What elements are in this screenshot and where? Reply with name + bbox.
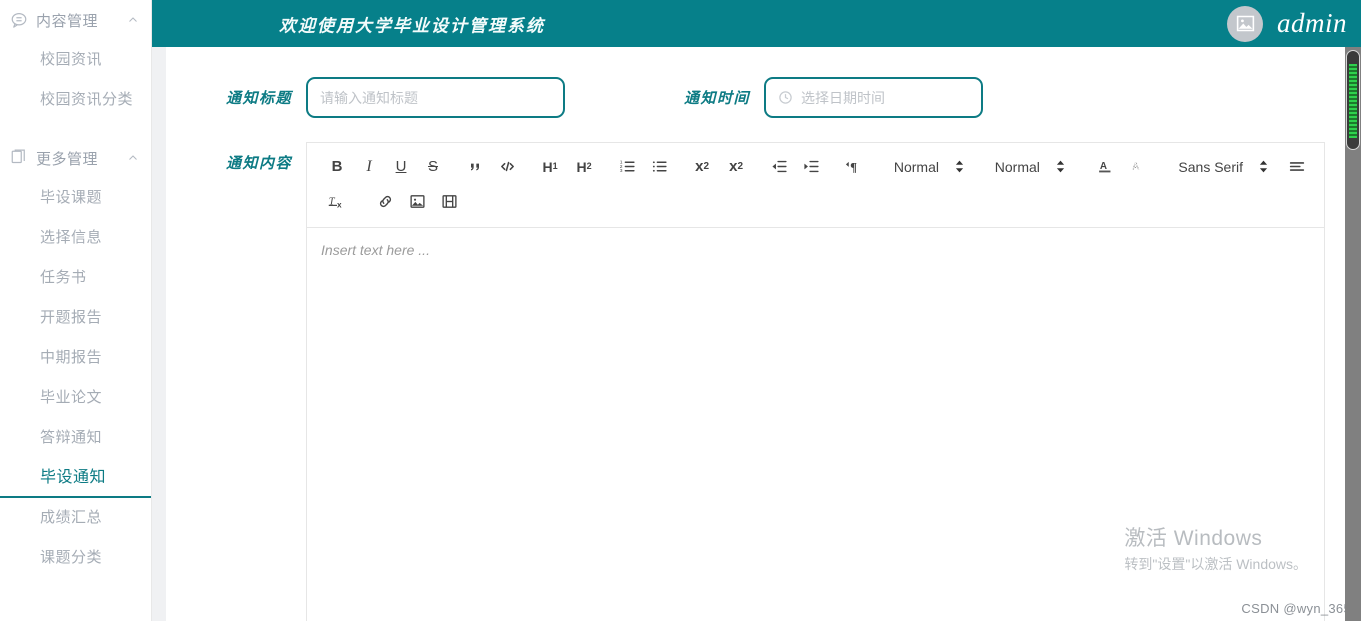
field-notice-title: 通知标题 请输入通知标题 <box>226 77 566 118</box>
sidebar: 内容管理 校园资讯 校园资讯分类 更多管理 毕设课题 选择信息 任务书 开题报告… <box>0 0 152 621</box>
text-direction-icon[interactable]: ¶ <box>841 155 865 179</box>
scrollbar-thumb-grip <box>1349 64 1357 138</box>
link-icon[interactable] <box>373 190 397 214</box>
page-scrollbar[interactable] <box>1345 47 1361 621</box>
topbar: 欢迎使用大学毕业设计管理系统 admin <box>152 0 1361 47</box>
outdent-icon[interactable] <box>767 155 791 179</box>
sidebar-item-chengji-huizong[interactable]: 成绩汇总 <box>0 498 151 538</box>
content-wrapper: 通知标题 请输入通知标题 通知时间 选择日期时间 通知内容 B I U S H … <box>152 47 1361 621</box>
chevron-up-icon[interactable] <box>127 14 139 26</box>
chevron-updown-icon <box>1259 160 1268 173</box>
code-block-icon[interactable] <box>495 155 519 179</box>
superscript-icon[interactable]: x2 <box>723 155 749 179</box>
svg-text:A: A <box>1100 161 1107 172</box>
chevron-up-icon[interactable] <box>127 152 139 164</box>
svg-text:¶: ¶ <box>850 160 857 174</box>
blockquote-icon[interactable] <box>463 155 487 179</box>
bold-icon[interactable]: B <box>325 155 349 179</box>
strikethrough-icon[interactable]: S <box>421 155 445 179</box>
image-icon[interactable] <box>405 190 429 214</box>
sidebar-item-xuanze-xinxi[interactable]: 选择信息 <box>0 218 151 258</box>
form-row-content: 通知内容 B I U S H 1 H 2 1 2 3 x 2 x 2 ¶ Nor… <box>166 142 1361 621</box>
notice-title-placeholder: 请输入通知标题 <box>320 89 419 106</box>
form-card: 通知标题 请输入通知标题 通知时间 选择日期时间 通知内容 B I U S H … <box>166 47 1361 621</box>
font-family-picker-value: Sans Serif <box>1178 158 1244 175</box>
background-color-icon[interactable]: A <box>1126 155 1150 179</box>
font-size-picker-value: Normal <box>893 158 939 175</box>
sidebar-group-label: 更多管理 <box>36 150 99 168</box>
sidebar-item-kaiti-baogao[interactable]: 开题报告 <box>0 298 151 338</box>
chevron-updown-icon <box>1056 160 1065 173</box>
editor-toolbar: B I U S H 1 H 2 1 2 3 x 2 x 2 ¶ Normal N… <box>307 143 1325 228</box>
video-icon[interactable] <box>437 190 461 214</box>
notice-time-label: 通知时间 <box>684 91 751 107</box>
svg-text:A: A <box>1132 160 1140 172</box>
sidebar-item-xiaoyuan-zixun-fenlei[interactable]: 校园资讯分类 <box>0 80 151 120</box>
align-picker-icon[interactable] <box>1288 155 1306 179</box>
rich-text-editor: B I U S H 1 H 2 1 2 3 x 2 x 2 ¶ Normal N… <box>306 142 1326 621</box>
header-level-picker-value: Normal <box>994 158 1040 175</box>
notice-time-placeholder: 选择日期时间 <box>801 89 886 106</box>
sidebar-item-bishe-keti[interactable]: 毕设课题 <box>0 178 151 218</box>
form-row-top: 通知标题 请输入通知标题 通知时间 选择日期时间 <box>166 77 1361 118</box>
svg-text:x: x <box>337 200 342 209</box>
app-root: 内容管理 校园资讯 校园资讯分类 更多管理 毕设课题 选择信息 任务书 开题报告… <box>0 0 1361 621</box>
sidebar-group-content-management[interactable]: 内容管理 <box>0 0 151 40</box>
ordered-list-icon[interactable]: 1 2 3 <box>615 155 639 179</box>
clock-icon <box>778 90 793 105</box>
notice-title-label: 通知标题 <box>226 91 293 107</box>
underline-icon[interactable]: U <box>389 155 413 179</box>
editor-placeholder: Insert text here ... <box>321 242 430 258</box>
notice-title-input[interactable]: 请输入通知标题 <box>306 77 566 118</box>
sidebar-item-bishe-tongzhi[interactable]: 毕设通知 <box>0 458 151 498</box>
layers-icon <box>10 149 28 167</box>
field-notice-time: 通知时间 选择日期时间 <box>684 77 984 118</box>
sidebar-item-biye-lunwen[interactable]: 毕业论文 <box>0 378 151 418</box>
sidebar-group-more-management[interactable]: 更多管理 <box>0 138 151 178</box>
clear-formatting-icon[interactable]: T x <box>325 190 349 214</box>
font-family-picker[interactable]: Sans Serif <box>1178 159 1268 175</box>
header-level-picker[interactable]: Normal <box>995 159 1065 175</box>
scrollbar-thumb[interactable] <box>1346 50 1360 150</box>
italic-icon[interactable]: I <box>357 155 381 179</box>
notice-time-input[interactable]: 选择日期时间 <box>764 77 984 118</box>
heading-2-icon[interactable]: H2 <box>571 155 597 179</box>
heading-1-icon[interactable]: H1 <box>537 155 563 179</box>
sidebar-item-xiaoyuan-zixun[interactable]: 校园资讯 <box>0 40 151 80</box>
editor-content-area[interactable]: Insert text here ... <box>307 228 1324 621</box>
chevron-updown-icon <box>955 160 964 173</box>
sidebar-item-zhongqi-baogao[interactable]: 中期报告 <box>0 338 151 378</box>
font-size-picker[interactable]: Normal <box>894 159 964 175</box>
sidebar-item-keti-fenlei[interactable]: 课题分类 <box>0 538 151 578</box>
svg-text:3: 3 <box>619 168 622 174</box>
notice-content-label: 通知内容 <box>226 156 293 172</box>
page-title: 欢迎使用大学毕业设计管理系统 <box>279 16 545 35</box>
subscript-icon[interactable]: x2 <box>689 155 715 179</box>
bullet-list-icon[interactable] <box>647 155 671 179</box>
avatar[interactable] <box>1227 5 1263 42</box>
message-bubble-icon <box>10 11 28 29</box>
indent-icon[interactable] <box>799 155 823 179</box>
toolbar-row-1: B I U S H 1 H 2 1 2 3 x 2 x 2 ¶ Normal N… <box>321 149 1310 184</box>
sidebar-item-renwushu[interactable]: 任务书 <box>0 258 151 298</box>
text-color-icon[interactable]: A <box>1094 155 1118 179</box>
topbar-user[interactable]: admin <box>1227 5 1347 42</box>
image-placeholder-icon <box>1236 15 1254 32</box>
username-label: admin <box>1277 8 1347 38</box>
toolbar-row-2: T x <box>321 184 1310 219</box>
main-area: 欢迎使用大学毕业设计管理系统 admin 通知标题 请输入通知标题 通知时间 选… <box>152 0 1361 621</box>
sidebar-item-dabian-tongzhi[interactable]: 答辩通知 <box>0 418 151 458</box>
sidebar-group-label: 内容管理 <box>36 12 99 30</box>
